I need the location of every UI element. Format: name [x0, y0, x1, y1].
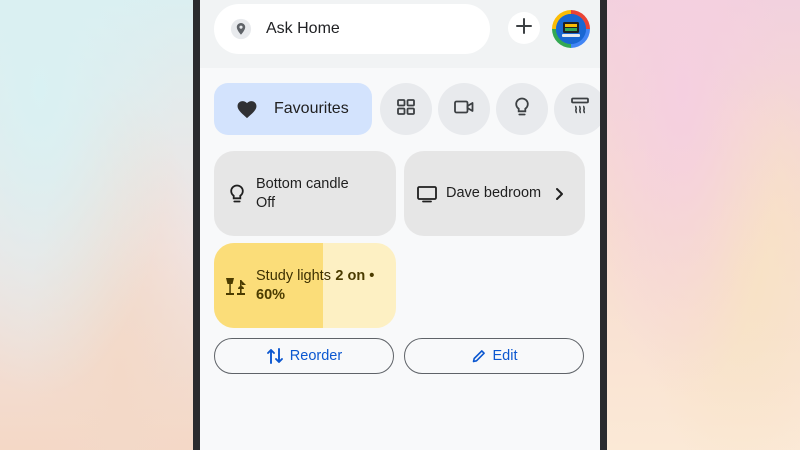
tile-study-lights-text: Study lights 2 on • 60%	[256, 267, 396, 305]
edit-button[interactable]: Edit	[404, 338, 584, 374]
tile-study-lights[interactable]: Study lights 2 on • 60%	[214, 243, 396, 328]
ask-home-search[interactable]: Ask Home	[214, 4, 490, 54]
tile-bottom-candle[interactable]: Bottom candle Off	[214, 151, 396, 236]
background-left	[0, 0, 200, 450]
pencil-icon	[471, 348, 487, 364]
tv-icon	[416, 183, 438, 205]
plus-icon	[515, 17, 533, 40]
lightbulb-icon	[226, 183, 248, 205]
chip-favourites-label: Favourites	[274, 100, 349, 117]
avatar[interactable]	[552, 10, 590, 48]
grid-icon	[396, 97, 416, 122]
heart-icon	[236, 98, 258, 120]
tile-study-lights-content: Study lights 2 on • 60%	[214, 243, 396, 328]
avatar-image	[556, 14, 586, 44]
tile-name: Bottom candle	[256, 175, 349, 192]
chip-cameras[interactable]	[438, 83, 490, 135]
lamps-icon	[224, 274, 248, 298]
search-placeholder: Ask Home	[266, 20, 340, 37]
chip-grid[interactable]	[380, 83, 432, 135]
lightbulb-icon	[512, 96, 532, 123]
top-bar: Ask Home	[200, 0, 600, 68]
tile-bottom-candle-text: Bottom candle Off	[256, 175, 349, 213]
location-pin-icon	[228, 16, 254, 42]
reorder-label: Reorder	[289, 348, 343, 364]
tile-name: Study lights	[256, 267, 331, 284]
background-right	[605, 0, 800, 450]
home-screen: Ask Home Favourites Bottom candle Off Da…	[200, 0, 600, 450]
tile-name: Dave bedroom	[446, 185, 542, 201]
add-button[interactable]	[508, 12, 540, 44]
tile-dave-bedroom[interactable]: Dave bedroom	[404, 151, 585, 236]
tile-status: Off	[256, 194, 276, 211]
reorder-button[interactable]: Reorder	[214, 338, 394, 374]
chip-lights[interactable]	[496, 83, 548, 135]
chip-climate[interactable]	[554, 83, 600, 135]
heater-icon	[570, 96, 590, 123]
edit-label: Edit	[492, 348, 518, 364]
chevron-right-icon	[554, 187, 564, 201]
camera-icon	[453, 97, 475, 122]
chip-favourites[interactable]: Favourites	[214, 83, 372, 135]
reorder-icon	[266, 346, 284, 366]
